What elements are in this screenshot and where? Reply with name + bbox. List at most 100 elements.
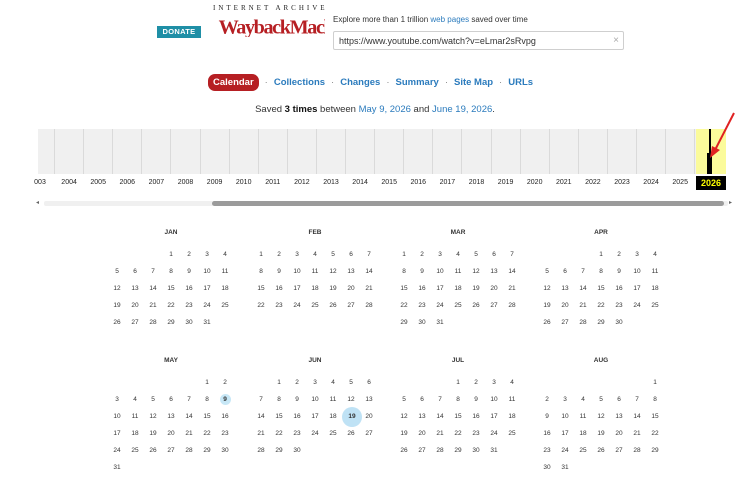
saved-period: .: [492, 104, 495, 115]
timeline-year-2020[interactable]: 2020: [520, 179, 550, 186]
timeline-year-2009[interactable]: 2009: [200, 179, 230, 186]
timeline-sparkline[interactable]: [38, 129, 726, 174]
day: 31: [203, 319, 211, 326]
wayback-machine-logo-text: WaybackMachine: [219, 16, 325, 37]
timeline-scrollbar[interactable]: ◂ ▸: [36, 199, 736, 207]
day: 1: [456, 379, 460, 386]
day: 28: [185, 447, 193, 454]
timeline-year-2022[interactable]: 2022: [578, 179, 608, 186]
month-jun: JUN 1 2 3 4 5 6 7 8 9 10 11 12 13 14 15 16 17 18 19 20 21 22 23…: [252, 357, 378, 459]
timeline-year-2025[interactable]: 2025: [665, 179, 695, 186]
nav-calendar[interactable]: Calendar: [208, 73, 259, 91]
nav-site-map[interactable]: Site Map: [454, 77, 493, 88]
day: 22: [167, 302, 175, 309]
timeline-column-divider: [199, 129, 201, 174]
day: 24: [561, 447, 569, 454]
day: 2: [277, 251, 281, 258]
day: 22: [203, 430, 211, 437]
day: 3: [635, 251, 639, 258]
day: 15: [597, 285, 605, 292]
empty-day: [180, 374, 198, 391]
timeline-year-2010[interactable]: 2010: [229, 179, 259, 186]
day: 19: [149, 430, 157, 437]
nav-changes[interactable]: Changes: [340, 77, 380, 88]
timeline-year-2015[interactable]: 2015: [374, 179, 404, 186]
timeline-year-2017[interactable]: 2017: [432, 179, 462, 186]
scroll-thumb[interactable]: [212, 201, 724, 206]
month-name: JUN: [308, 357, 322, 364]
month-jul: JUL 1 2 3 4 5 6 7 8 9 10 11 12 13 14 15 16 17 18 19 20 21 22 23…: [395, 357, 521, 459]
day: 2: [223, 379, 227, 386]
timeline-year-2006[interactable]: 2006: [112, 179, 142, 186]
day: 9: [295, 396, 299, 403]
donate-button[interactable]: DONATE: [157, 26, 201, 38]
day: 13: [167, 413, 175, 420]
day: 29: [651, 447, 659, 454]
day: 10: [633, 268, 641, 275]
day: 27: [347, 302, 355, 309]
timeline-year-2018[interactable]: 2018: [462, 179, 492, 186]
last-capture-link[interactable]: June 19, 2026: [432, 104, 492, 115]
day: 7: [510, 251, 514, 258]
day: 20: [561, 302, 569, 309]
day: 10: [293, 268, 301, 275]
day: 22: [651, 430, 659, 437]
day: 12: [347, 396, 355, 403]
timeline-year-2005[interactable]: 2005: [83, 179, 113, 186]
timeline-year-2004[interactable]: 2004: [54, 179, 84, 186]
month-jan: JAN 1 2 3 4 5 6 7 8 9 10 11 12 13 14 15 16 17 18 19 20 21 22 23…: [108, 229, 234, 331]
month-name: MAY: [164, 357, 178, 364]
scroll-right-icon[interactable]: ▸: [729, 199, 732, 207]
day: 2: [474, 379, 478, 386]
web-pages-link[interactable]: web pages: [430, 15, 469, 24]
timeline-column-divider: [606, 129, 608, 174]
timeline-year-2013[interactable]: 2013: [316, 179, 346, 186]
internet-archive-label: INTERNET ARCHIVE: [213, 4, 328, 12]
month-days: 1 2 3 4 5 6 7 8 9 10 11 12 13 14 15 16 17 18 19 20 21 22 23 24 2…: [252, 246, 378, 314]
nav-summary[interactable]: Summary: [396, 77, 439, 88]
clear-icon[interactable]: ×: [613, 35, 619, 46]
timeline-year-003[interactable]: 003: [25, 179, 55, 186]
day: 8: [259, 268, 263, 275]
timeline-year-2021[interactable]: 2021: [549, 179, 579, 186]
day: 24: [436, 302, 444, 309]
nav-urls[interactable]: URLs: [508, 77, 533, 88]
day: 5: [599, 396, 603, 403]
nav-collections[interactable]: Collections: [274, 77, 325, 88]
scroll-left-icon[interactable]: ◂: [36, 199, 39, 207]
day: 2: [295, 379, 299, 386]
first-capture-link[interactable]: May 9, 2026: [359, 104, 411, 115]
timeline-column-divider: [548, 129, 550, 174]
timeline-year-2016[interactable]: 2016: [403, 179, 433, 186]
timeline-column-divider: [141, 129, 143, 174]
day: 11: [579, 413, 587, 420]
timeline-year-2008[interactable]: 2008: [171, 179, 201, 186]
timeline-year-2026[interactable]: 2026: [696, 176, 726, 190]
day: 26: [149, 447, 157, 454]
day-with-snapshot[interactable]: 19: [342, 407, 362, 427]
day: 16: [185, 285, 193, 292]
wayback-machine-logo[interactable]: WaybackMachine: [213, 15, 325, 37]
url-input[interactable]: [339, 34, 609, 47]
month-name: AUG: [593, 357, 609, 364]
day: 6: [617, 396, 621, 403]
timeline-year-2014[interactable]: 2014: [345, 179, 375, 186]
timeline-year-2024[interactable]: 2024: [636, 179, 666, 186]
timeline-year-2012[interactable]: 2012: [287, 179, 317, 186]
timeline-year-2023[interactable]: 2023: [607, 179, 637, 186]
day: 14: [579, 285, 587, 292]
day: 10: [561, 413, 569, 420]
day: 25: [651, 302, 659, 309]
timeline-year-2011[interactable]: 2011: [258, 179, 288, 186]
day: 31: [490, 447, 498, 454]
timeline-year-2019[interactable]: 2019: [491, 179, 521, 186]
day: 18: [329, 413, 337, 420]
url-search-box[interactable]: ×: [333, 31, 624, 50]
day-with-snapshot[interactable]: 9: [216, 391, 234, 408]
day: 15: [454, 413, 462, 420]
day: 14: [508, 268, 516, 275]
timeline-year-2007[interactable]: 2007: [141, 179, 171, 186]
day: 19: [113, 302, 121, 309]
day: 21: [508, 285, 516, 292]
day: 23: [543, 447, 551, 454]
